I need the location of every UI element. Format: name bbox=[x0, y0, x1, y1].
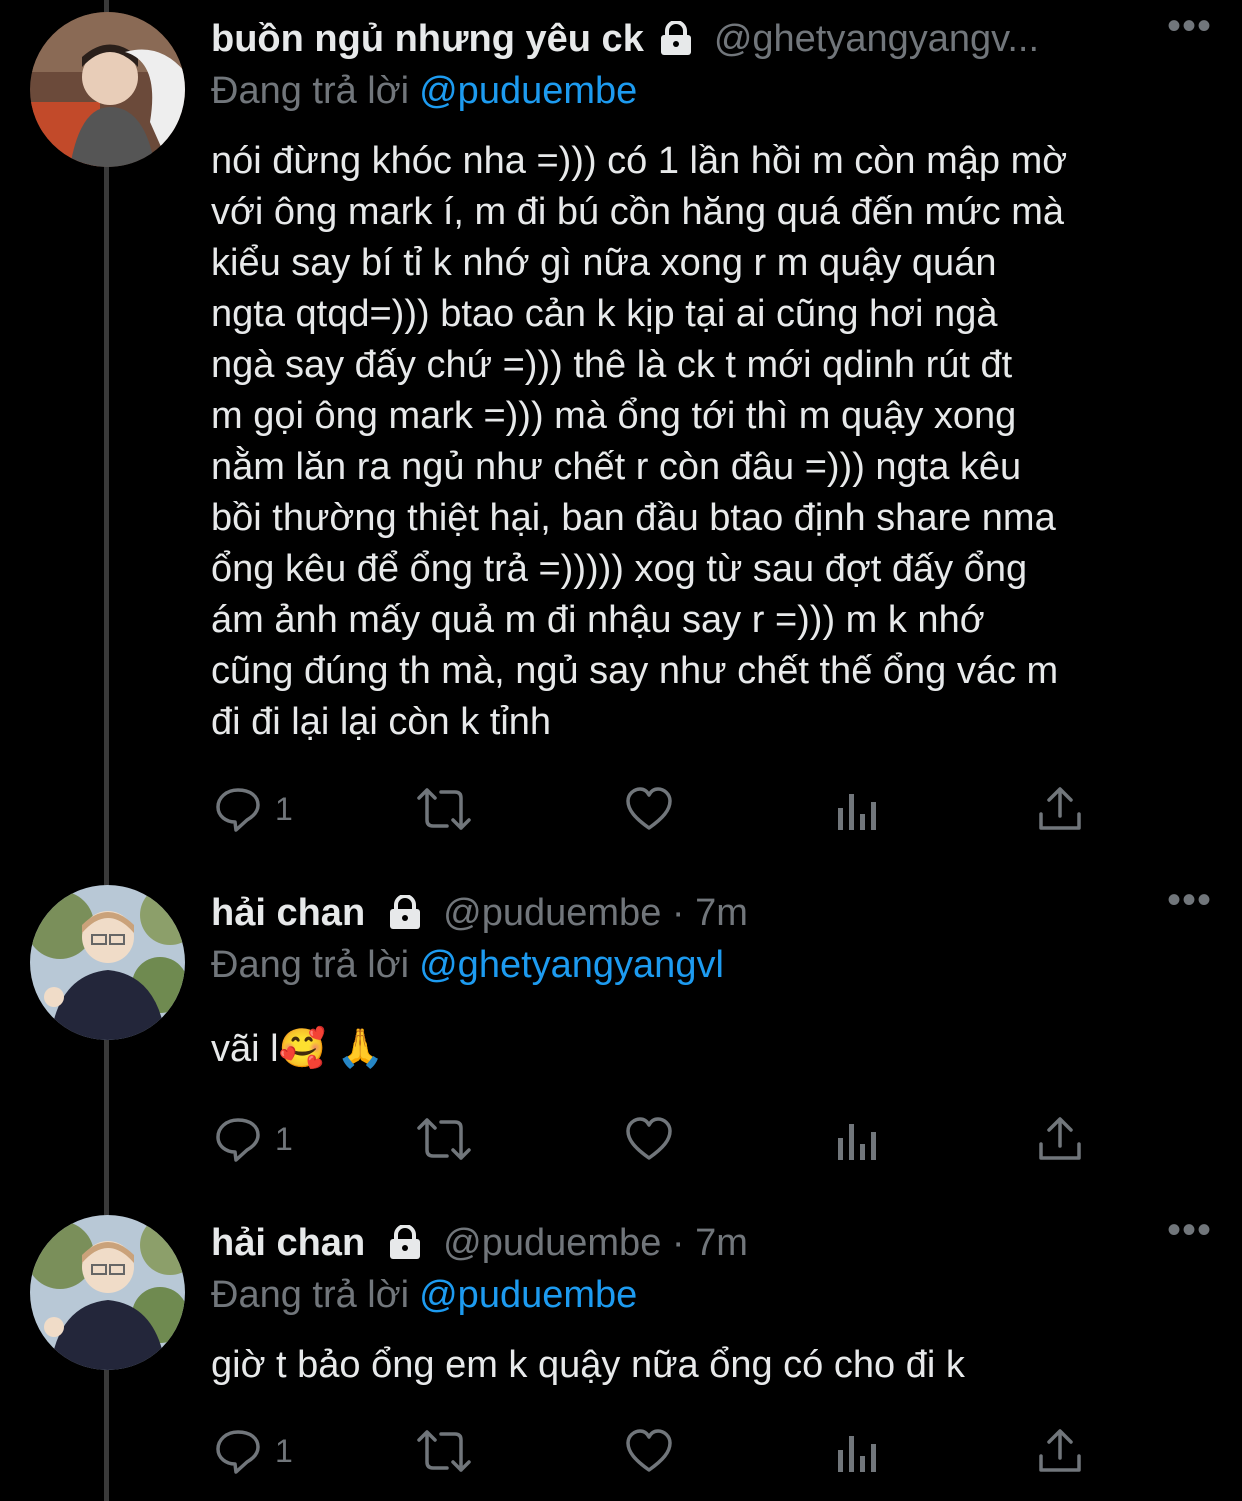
lock-icon bbox=[385, 1224, 425, 1264]
action-bar: 1 bbox=[211, 1116, 1111, 1166]
like-button[interactable] bbox=[625, 1116, 673, 1162]
display-name[interactable]: hải chan bbox=[211, 892, 365, 934]
avatar[interactable] bbox=[30, 1215, 185, 1370]
share-button[interactable] bbox=[1037, 786, 1083, 832]
handle[interactable]: @puduembe · 7m bbox=[443, 1222, 748, 1264]
share-button[interactable] bbox=[1037, 1428, 1083, 1474]
tweet-header: hải chan @puduembe · 7m ••• bbox=[211, 1208, 1212, 1278]
retweet-button[interactable] bbox=[415, 1116, 473, 1162]
like-icon bbox=[625, 786, 673, 832]
replying-label: Đang trả lời bbox=[211, 70, 410, 112]
analytics-button[interactable] bbox=[835, 1428, 879, 1474]
replying-to: Đang trả lời @puduembe bbox=[211, 70, 637, 113]
share-icon bbox=[1037, 786, 1083, 832]
replying-to: Đang trả lời @ghetyangyangvl bbox=[211, 944, 724, 987]
display-name[interactable]: buồn ngủ nhưng yêu ck bbox=[211, 18, 644, 60]
reply-icon bbox=[215, 1116, 261, 1162]
like-button[interactable] bbox=[625, 786, 673, 832]
display-name[interactable]: hải chan bbox=[211, 1222, 365, 1264]
tweet-text: vãi l🥰 🙏 bbox=[211, 1028, 384, 1070]
share-button[interactable] bbox=[1037, 1116, 1083, 1162]
analytics-icon bbox=[835, 786, 879, 832]
replying-label: Đang trả lời bbox=[211, 944, 410, 986]
handle[interactable]: @ghetyangyangv... bbox=[714, 18, 1039, 60]
reply-button[interactable]: 1 bbox=[215, 1428, 293, 1474]
mention-link[interactable]: @puduembe bbox=[419, 70, 637, 112]
analytics-button[interactable] bbox=[835, 786, 879, 832]
reply-count: 1 bbox=[275, 1432, 293, 1469]
reply-count: 1 bbox=[275, 790, 293, 827]
mention-link[interactable]: @puduembe bbox=[419, 1274, 637, 1316]
avatar[interactable] bbox=[30, 12, 185, 167]
like-icon bbox=[625, 1116, 673, 1162]
like-button[interactable] bbox=[625, 1428, 673, 1474]
analytics-icon bbox=[835, 1116, 879, 1162]
more-options-icon[interactable]: ••• bbox=[1167, 878, 1212, 923]
reply-icon bbox=[215, 1428, 261, 1474]
replying-label: Đang trả lời bbox=[211, 1274, 410, 1316]
handle[interactable]: @puduembe · 7m bbox=[443, 892, 748, 934]
more-options-icon[interactable]: ••• bbox=[1167, 4, 1212, 49]
share-icon bbox=[1037, 1428, 1083, 1474]
lock-icon bbox=[385, 894, 425, 934]
reply-button[interactable]: 1 bbox=[215, 1116, 293, 1162]
tweet-text: giờ t bảo ổng em k quậy nữa ổng có cho đ… bbox=[211, 1344, 965, 1386]
avatar[interactable] bbox=[30, 885, 185, 1040]
analytics-button[interactable] bbox=[835, 1116, 879, 1162]
action-bar: 1 bbox=[211, 786, 1111, 836]
reply-button[interactable]: 1 bbox=[215, 786, 293, 832]
reply-icon bbox=[215, 786, 261, 832]
action-bar: 1 bbox=[211, 1428, 1111, 1478]
more-options-icon[interactable]: ••• bbox=[1167, 1208, 1212, 1253]
share-icon bbox=[1037, 1116, 1083, 1162]
retweet-button[interactable] bbox=[415, 1428, 473, 1474]
lock-icon bbox=[656, 20, 696, 60]
like-icon bbox=[625, 1428, 673, 1474]
retweet-icon bbox=[415, 1116, 473, 1162]
retweet-icon bbox=[415, 786, 473, 832]
analytics-icon bbox=[835, 1428, 879, 1474]
reply-count: 1 bbox=[275, 1120, 293, 1157]
retweet-button[interactable] bbox=[415, 786, 473, 832]
tweet-header: hải chan @puduembe · 7m ••• bbox=[211, 878, 1212, 948]
tweet-text: nói đừng khóc nha =))) có 1 lần hồi m cò… bbox=[211, 140, 1068, 743]
mention-link[interactable]: @ghetyangyangvl bbox=[419, 944, 724, 986]
retweet-icon bbox=[415, 1428, 473, 1474]
tweet-header: buồn ngủ nhưng yêu ck @ghetyangyangv... •… bbox=[211, 4, 1212, 74]
replying-to: Đang trả lời @puduembe bbox=[211, 1274, 637, 1317]
